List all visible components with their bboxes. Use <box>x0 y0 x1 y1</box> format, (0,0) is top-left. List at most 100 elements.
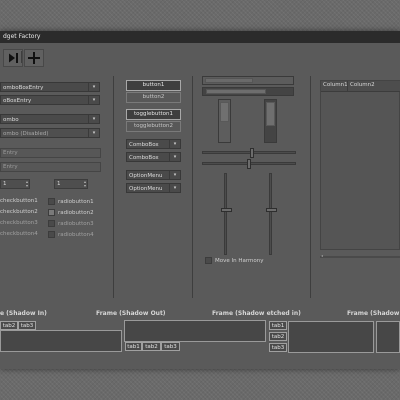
spin-button-2[interactable]: 1 ▴ ▾ <box>54 179 88 189</box>
chevron-down-icon[interactable]: ▾ <box>169 184 180 192</box>
entry-text: Entry <box>3 150 18 156</box>
radiobutton-label: radiobutton2 <box>58 210 94 216</box>
radiobutton-label: radiobutton1 <box>58 199 94 205</box>
vertical-scrollbar-2[interactable] <box>264 99 277 143</box>
scrollbar-thumb[interactable] <box>266 102 275 126</box>
tree-header: Column1 Column2 <box>321 81 400 92</box>
spin-button-1[interactable]: 1 ▴ ▾ <box>0 179 30 189</box>
notebook3-page <box>288 321 374 353</box>
scale-slider-knob[interactable] <box>247 159 251 169</box>
checkbutton-3[interactable]: checkbutton3 <box>0 220 38 227</box>
option-menu-label: OptionMenu <box>129 186 163 192</box>
notebook1-page <box>0 330 122 352</box>
chevron-down-icon[interactable]: ▾ <box>88 115 99 123</box>
column-separator <box>192 76 193 298</box>
spin-value: 1 <box>57 181 61 187</box>
column-separator <box>113 76 114 298</box>
option-menu-label: OptionMenu <box>129 173 163 179</box>
horizontal-scrollbar-2[interactable] <box>202 87 294 96</box>
scroll-left-icon[interactable]: ◂ <box>321 253 323 258</box>
column1-header[interactable]: Column1 <box>323 82 348 88</box>
toolbar <box>0 43 400 71</box>
column-divider <box>347 81 348 91</box>
option-menu-1[interactable]: OptionMenu ▾ <box>126 170 181 180</box>
checkbutton-label: checkbutton3 <box>0 220 38 226</box>
notebook4-page <box>376 321 400 353</box>
combo-label: ComboBox <box>129 142 159 148</box>
move-in-harmony-check[interactable]: Move In Harmony <box>205 257 264 265</box>
vertical-scale-1[interactable] <box>221 173 232 255</box>
column-separator <box>310 76 311 298</box>
spin-value: 1 <box>3 181 7 187</box>
notebook1-tab3[interactable]: tab3 <box>18 321 36 330</box>
notebook3-tab1[interactable]: tab1 <box>269 321 287 330</box>
tree-view[interactable]: Column1 Column2 <box>320 80 400 250</box>
entry-text: Entry <box>3 164 18 170</box>
combo-label: oBoxEntry <box>3 98 32 104</box>
notebook3-tab2[interactable]: tab2 <box>269 332 287 341</box>
frame-label-shadow-etched-out: Frame (Shadow <box>347 310 400 317</box>
button1[interactable]: button1 <box>126 80 181 91</box>
arrow-left-icon[interactable] <box>3 49 23 67</box>
notebook2-tab3[interactable]: tab3 <box>161 342 180 351</box>
radiobutton-1[interactable]: radiobutton1 <box>48 198 94 206</box>
text-entry-1[interactable]: Entry <box>0 148 101 158</box>
scrollbar-thumb[interactable] <box>220 102 229 122</box>
vertical-scale-2[interactable] <box>266 173 277 255</box>
window-title: dget Factory <box>3 33 41 40</box>
radiobutton-3[interactable]: radiobutton3 <box>48 220 94 228</box>
combobox-2[interactable]: ComboBox ▾ <box>126 152 181 162</box>
radiobutton-2[interactable]: radiobutton2 <box>48 209 94 217</box>
combo-label: ComboBox <box>129 155 159 161</box>
plus-icon[interactable] <box>24 49 44 67</box>
scale-slider-knob[interactable] <box>266 208 277 212</box>
spin-arrows-icon[interactable]: ▴ ▾ <box>26 180 28 188</box>
checkbutton-1[interactable]: checkbutton1 <box>0 198 38 205</box>
text-entry-2[interactable]: Entry <box>0 162 101 172</box>
horizontal-scale-1[interactable] <box>202 148 296 158</box>
notebook2-tab1[interactable]: tab1 <box>125 342 142 351</box>
frame-label-shadow-out: Frame (Shadow Out) <box>96 310 166 317</box>
spin-arrows-icon[interactable]: ▴ ▾ <box>84 180 86 188</box>
radio-indicator <box>48 231 55 238</box>
tree-hscroll[interactable] <box>320 256 400 258</box>
togglebutton1[interactable]: togglebutton1 <box>126 109 181 120</box>
scale-slider-knob[interactable] <box>250 148 254 158</box>
notebook3-tab3[interactable]: tab3 <box>269 343 287 352</box>
checkbutton-label: checkbutton1 <box>0 198 38 204</box>
scrollbar-thumb[interactable] <box>206 89 266 94</box>
button2[interactable]: button2 <box>126 92 181 103</box>
combobox-1[interactable]: ComboBox ▾ <box>126 139 181 149</box>
combo-box-entry-1[interactable]: omboBoxEntry ▾ <box>0 82 100 92</box>
horizontal-scale-2[interactable] <box>202 159 296 169</box>
column2-header[interactable]: Column2 <box>350 82 375 88</box>
chevron-down-icon[interactable]: ▾ <box>88 96 99 104</box>
combo-label: ombo <box>3 117 19 123</box>
frame-label-shadow-etched-in: Frame (Shadow etched in) <box>212 310 301 317</box>
checkbutton-2[interactable]: checkbutton2 <box>0 209 38 216</box>
scrollbar-thumb[interactable] <box>205 78 253 83</box>
chevron-down-icon[interactable]: ▾ <box>88 83 99 91</box>
togglebutton2[interactable]: togglebutton2 <box>126 121 181 132</box>
vertical-scrollbar-1[interactable] <box>218 99 231 143</box>
notebook2-tab2[interactable]: tab2 <box>142 342 161 351</box>
combo-box-disabled: ombo (Disabled) ▾ <box>0 128 100 138</box>
notebook1-tab2[interactable]: tab2 <box>0 321 18 330</box>
plus-icon-glyph <box>28 52 40 64</box>
scale-slider-knob[interactable] <box>221 208 232 212</box>
radiobutton-label: radiobutton4 <box>58 232 94 238</box>
widget-factory-window: dget Factory omboBoxEntry ▾ oBoxEntry ▾ … <box>0 31 400 369</box>
chevron-down-icon[interactable]: ▾ <box>169 153 180 161</box>
option-menu-2[interactable]: OptionMenu ▾ <box>126 183 181 193</box>
chevron-down-icon[interactable]: ▾ <box>169 140 180 148</box>
combo-box-entry-2[interactable]: oBoxEntry ▾ <box>0 95 100 105</box>
radiobutton-4[interactable]: radiobutton4 <box>48 231 94 239</box>
combo-label: omboBoxEntry <box>3 85 44 91</box>
checkbutton-label: checkbutton4 <box>0 231 38 237</box>
chevron-down-icon[interactable]: ▾ <box>169 171 180 179</box>
radiobutton-label: radiobutton3 <box>58 221 94 227</box>
checkbutton-4[interactable]: checkbutton4 <box>0 231 38 238</box>
combo-box[interactable]: ombo ▾ <box>0 114 100 124</box>
horizontal-scrollbar[interactable] <box>202 76 294 85</box>
title-bar[interactable]: dget Factory <box>0 31 400 43</box>
